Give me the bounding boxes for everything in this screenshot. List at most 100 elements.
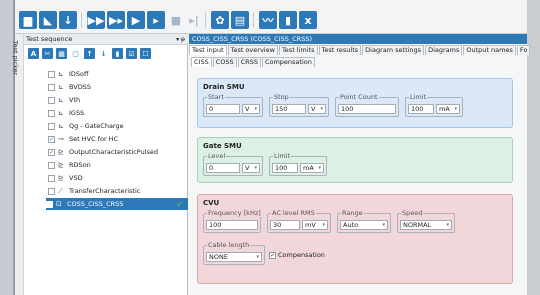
item-checkbox[interactable]	[46, 200, 53, 208]
item-checkbox[interactable]	[48, 83, 55, 91]
tab-diagram-settings[interactable]: Diagram settings	[362, 45, 425, 55]
ac-level-field: AC level RMS 30 mV ▾	[267, 209, 331, 233]
toolbar-separator	[81, 12, 82, 28]
list-item-selected[interactable]: ⊡ COSS_CISS_CRSS ✓	[46, 198, 188, 210]
tab-test-overview[interactable]: Test overview	[227, 45, 278, 55]
item-checkbox[interactable]: ✓	[48, 135, 55, 143]
item-checkbox[interactable]	[48, 70, 55, 78]
tab-test-input[interactable]: Test input	[189, 45, 227, 55]
list-item[interactable]: ⊾ BVDSS	[48, 81, 188, 93]
gate-limit-field: Limit 100 mA ▾	[269, 152, 327, 176]
cvu-group: CVU Frequency [kHz] 100 AC level RMS 30 …	[197, 194, 513, 284]
list-item[interactable]: ✓ ⊸ Set HVC for HC	[48, 133, 188, 145]
limit-unit-select[interactable]: mA ▾	[436, 104, 460, 114]
tab-coss[interactable]: COSS	[212, 57, 237, 67]
speed-select[interactable]: NORMAL ▾	[400, 220, 452, 230]
item-checkbox[interactable]	[48, 96, 55, 104]
rename-icon[interactable]: A	[28, 48, 39, 59]
frequency-field: Frequency [kHz] 100	[203, 209, 262, 233]
toolbar-separator	[253, 12, 254, 28]
pin-icon[interactable]: ▾ ᵽ	[176, 34, 185, 45]
start-unit-select[interactable]: V ▾	[242, 104, 260, 114]
level-unit-select[interactable]: V ▾	[242, 163, 260, 173]
tab-compensation[interactable]: Compensation	[261, 57, 315, 67]
paste-icon[interactable]: ▢	[70, 48, 81, 59]
item-checkbox[interactable]	[48, 187, 55, 195]
frequency-input[interactable]: 100	[206, 220, 258, 230]
gate-limit-input[interactable]: 100	[272, 163, 298, 173]
chevron-down-icon: ▾	[318, 165, 321, 171]
list-item[interactable]: ✓ ⊵ OutputCharacteristicPulsed	[48, 146, 188, 158]
panel-header: Test sequence ▾ ᵽ	[24, 34, 188, 45]
chevron-down-icon: ▾	[322, 222, 325, 228]
start-field: Start 0 V ▾	[203, 93, 263, 117]
tab-fo[interactable]: Fo	[516, 45, 531, 55]
move-up-icon[interactable]: ↑	[84, 48, 95, 59]
run-all-icon[interactable]: ▶▶	[87, 11, 105, 29]
chart-icon: ⊾	[58, 83, 64, 91]
new-file-icon[interactable]: ▆	[19, 11, 37, 29]
line-chart-icon[interactable]: 〰	[259, 11, 277, 29]
start-input[interactable]: 0	[206, 104, 240, 114]
level-input[interactable]: 0	[206, 163, 240, 173]
stop-icon[interactable]: ■	[167, 11, 185, 29]
range-select[interactable]: Auto ▾	[340, 220, 388, 230]
chart-icon: ⊾	[58, 96, 64, 104]
setting-icon: ⊸	[58, 135, 64, 143]
delete-icon[interactable]: ▮	[112, 48, 123, 59]
item-checkbox[interactable]	[48, 122, 55, 130]
toolbar-separator	[205, 12, 206, 28]
step-icon[interactable]: ▸|	[185, 11, 203, 29]
open-folder-icon[interactable]: ◣	[39, 11, 57, 29]
run-from-icon[interactable]: ▶▸	[107, 11, 125, 29]
tab-ciss[interactable]: CISS	[191, 57, 212, 67]
run-single-icon[interactable]: ▸	[147, 11, 165, 29]
copy-icon[interactable]: ▦	[56, 48, 67, 59]
ac-unit-select[interactable]: mV ▾	[302, 220, 328, 230]
list-item[interactable]: ⊾ IGSS	[48, 107, 188, 119]
chevron-down-icon: ▾	[254, 165, 257, 171]
settings-gear-icon[interactable]: ✿	[211, 11, 229, 29]
download-icon[interactable]: ↓	[59, 11, 77, 29]
group-title: CVU	[203, 199, 220, 207]
clipboard-icon[interactable]: ▤	[231, 11, 249, 29]
list-item[interactable]: ⊾ Qg - GateCharge	[48, 120, 188, 132]
point-count-input[interactable]: 100	[338, 104, 396, 114]
check-all-icon[interactable]: ☑	[126, 48, 137, 59]
run-icon[interactable]: ▶	[127, 11, 145, 29]
gate-limit-unit-select[interactable]: mA ▾	[300, 163, 324, 173]
test-picker-tab[interactable]: Test picker	[11, 34, 24, 295]
cable-length-select[interactable]: NONE ▾	[206, 252, 262, 262]
move-down-icon[interactable]: ↓	[98, 48, 109, 59]
tab-output-names[interactable]: Output names	[463, 45, 516, 55]
stop-unit-select[interactable]: V ▾	[308, 104, 326, 114]
range-field: Range Auto ▾	[337, 209, 391, 233]
stop-field: Stop 150 V ▾	[269, 93, 329, 117]
tab-diagrams[interactable]: Diagrams	[425, 45, 463, 55]
tab-test-results[interactable]: Test results	[318, 45, 362, 55]
item-checkbox[interactable]: ✓	[48, 148, 55, 156]
cut-icon[interactable]: ✂	[42, 48, 53, 59]
ac-level-input[interactable]: 30	[270, 220, 300, 230]
stop-input[interactable]: 150	[272, 104, 306, 114]
list-item[interactable]: ⊾ Vth	[48, 94, 188, 106]
formula-icon[interactable]: x	[299, 11, 317, 29]
bar-chart-icon[interactable]: ▮	[279, 11, 297, 29]
tab-crss[interactable]: CRSS	[237, 57, 261, 67]
tab-test-limits[interactable]: Test limits	[278, 45, 318, 55]
app-window: ▆ ◣ ↓ ▶▶ ▶▸ ▶ ▸ ■ ▸| ✿ ▤ 〰 ▮ x Test pick…	[11, 0, 531, 295]
list-item[interactable]: ⊵ VSD	[48, 172, 188, 184]
item-checkbox[interactable]	[48, 161, 55, 169]
limit-input[interactable]: 100	[408, 104, 434, 114]
test-editor-panel: COSS_CISS_CRSS (COSS_CISS_CRSS) Test inp…	[189, 34, 531, 295]
pulse-icon: ⊵	[58, 174, 64, 182]
list-item[interactable]: ⊾ IDSoff	[48, 68, 188, 80]
item-checkbox[interactable]	[48, 174, 55, 182]
checkbox-box[interactable]: ✓	[269, 251, 276, 259]
item-checkbox[interactable]	[48, 109, 55, 117]
uncheck-all-icon[interactable]: ☐	[140, 48, 151, 59]
compensation-checkbox[interactable]: ✓ Compensation	[269, 251, 325, 259]
list-item[interactable]: ⟋ TransferCharacteristic	[48, 185, 188, 197]
list-item[interactable]: ⊵ RDSon	[48, 159, 188, 171]
speed-field: Speed NORMAL ▾	[397, 209, 455, 233]
